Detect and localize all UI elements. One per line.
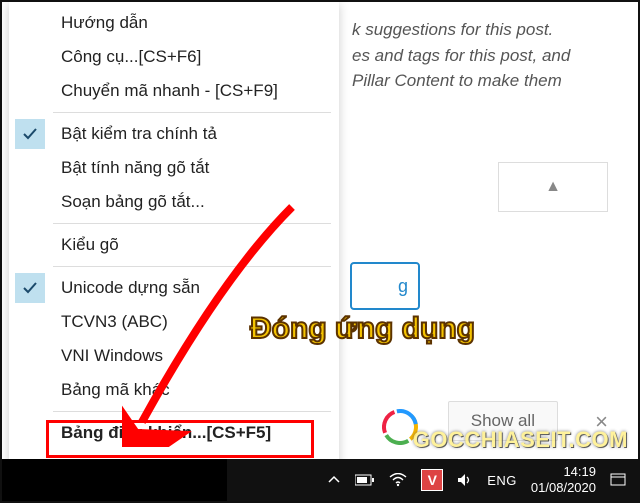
- menu-separator: [53, 411, 331, 412]
- chevron-up-icon: ▲: [545, 178, 561, 196]
- context-menu: Hướng dẫn Công cụ...[CS+F6] Chuyển mã nh…: [9, 2, 339, 490]
- menu-item-bangdieukhien[interactable]: Bảng điều khiển...[CS+F5]: [9, 416, 339, 450]
- taskbar: V ENG 14:19 01/08/2020: [2, 459, 638, 501]
- watermark-text: GOCCHIASEIT.COM: [413, 427, 628, 453]
- menu-item-kiemtra[interactable]: Bật kiểm tra chính tả: [9, 117, 339, 151]
- collapse-button[interactable]: ▲: [498, 162, 608, 212]
- menu-item-tcvn3[interactable]: TCVN3 (ABC): [9, 305, 339, 339]
- unikey-tray-icon[interactable]: V: [421, 469, 443, 491]
- chevron-up-icon[interactable]: [327, 473, 341, 487]
- menu-item-vni[interactable]: VNI Windows: [9, 339, 339, 373]
- check-icon: [15, 119, 45, 149]
- tray-clock[interactable]: 14:19 01/08/2020: [531, 464, 596, 495]
- tray-language[interactable]: ENG: [487, 473, 517, 488]
- menu-item-kieugo[interactable]: Kiểu gõ: [9, 228, 339, 262]
- menu-separator: [53, 223, 331, 224]
- menu-item-bangma[interactable]: Bảng mã khác: [9, 373, 339, 407]
- menu-separator: [53, 266, 331, 267]
- menu-item-chuyenma[interactable]: Chuyển mã nhanh - [CS+F9]: [9, 74, 339, 108]
- battery-icon[interactable]: [355, 474, 375, 486]
- menu-item-soanbang[interactable]: Soạn bảng gõ tắt...: [9, 185, 339, 219]
- background-partial-text: k suggestions for this post. es and tags…: [352, 17, 632, 94]
- wifi-icon[interactable]: [389, 473, 407, 487]
- menu-separator: [53, 112, 331, 113]
- speaker-icon[interactable]: [457, 473, 473, 487]
- menu-item-gotat[interactable]: Bật tính năng gõ tắt: [9, 151, 339, 185]
- menu-item-unicode[interactable]: Unicode dựng sẵn: [9, 271, 339, 305]
- partial-button[interactable]: g: [350, 262, 420, 310]
- menu-item-huongdan[interactable]: Hướng dẫn: [9, 6, 339, 40]
- menu-item-congcu[interactable]: Công cụ...[CS+F6]: [9, 40, 339, 74]
- notification-icon[interactable]: [610, 473, 626, 487]
- system-tray: V ENG 14:19 01/08/2020: [327, 464, 638, 495]
- check-icon: [15, 273, 45, 303]
